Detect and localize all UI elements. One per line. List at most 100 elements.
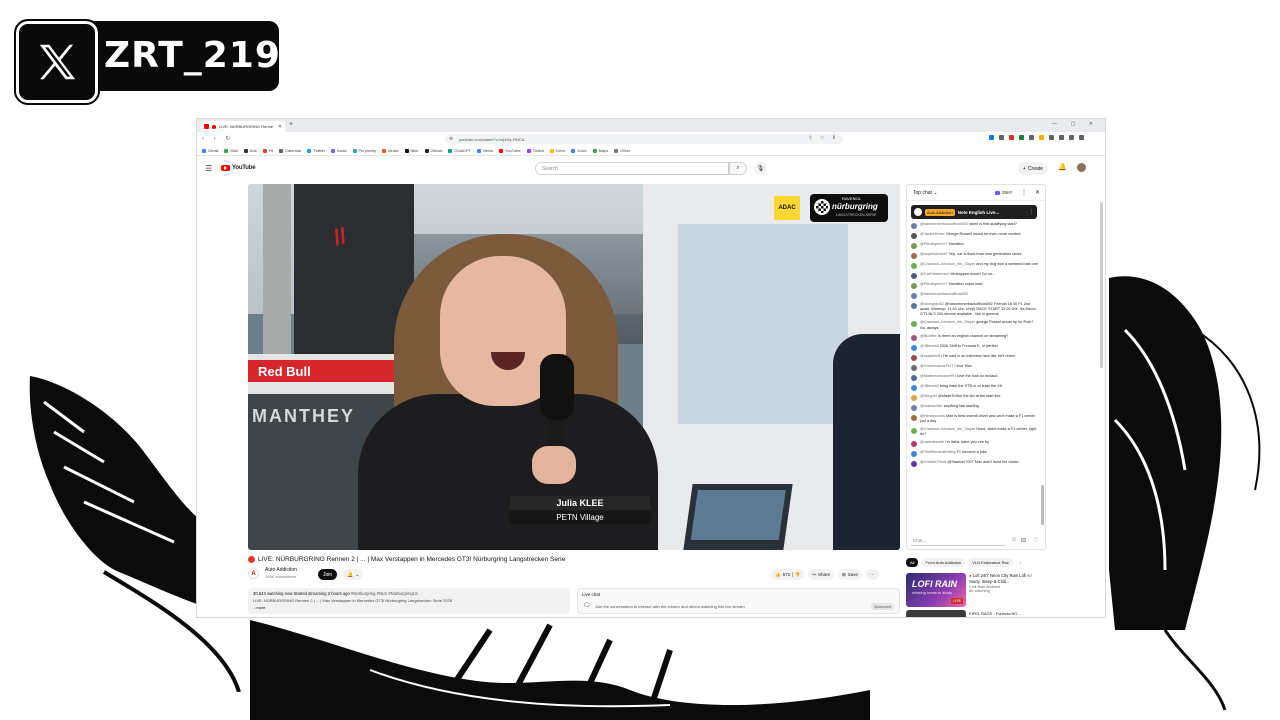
chat-author[interactable]: @Wegner: [920, 394, 937, 398]
chat-author[interactable]: @Greenmama7917: [920, 364, 953, 368]
share-button[interactable]: ↪ Share: [808, 569, 834, 580]
chip-vln[interactable]: VLN Endurance Rac: [968, 557, 1013, 567]
bookmark-item[interactable]: Other: [614, 148, 630, 153]
browser-tab-active[interactable]: LIVE: NÜRBURGRING Renne ✕: [201, 121, 285, 132]
pinned-message[interactable]: Auto Addiction Note English Live... ⋮: [911, 205, 1037, 219]
chat-message[interactable]: @Crashout-Johnson_the_Slayer and my dog …: [911, 262, 1039, 269]
close-tab-icon[interactable]: ✕: [278, 124, 282, 130]
extension-icon[interactable]: [1039, 135, 1044, 140]
chat-author[interactable]: @mansonfan: [920, 404, 943, 408]
related-video[interactable]: LOFI RAIN relaxing beats to study LIVE ●…: [906, 572, 1046, 612]
navigation-buttons[interactable]: ‹ › ↻: [202, 135, 234, 142]
bookmark-item[interactable]: Ads: [243, 148, 257, 153]
heart-icon[interactable]: ♡: [1033, 537, 1038, 544]
chat-input[interactable]: Chat...: [911, 535, 1005, 546]
join-button[interactable]: Join: [318, 569, 338, 580]
extension-icon[interactable]: [1019, 135, 1024, 140]
chat-message[interactable]: @Pitfullspeed77 Hamilton super lead: [911, 282, 1039, 289]
chat-message[interactable]: @Greenmama7917 I love Max: [911, 364, 1039, 371]
extension-icon[interactable]: [1079, 135, 1084, 140]
chat-author[interactable]: @vaichlesobb: [920, 440, 944, 444]
chip-from-channel[interactable]: From Auto Addiction: [921, 557, 966, 567]
chat-author[interactable]: @JackieDriver: [920, 232, 945, 236]
chat-author[interactable]: @Mattbreamcase99: [920, 374, 954, 378]
chat-author[interactable]: @TheBernardKnifing: [920, 450, 956, 454]
omnibox[interactable]: ⊜ youtube.com/watch?v=mj4Hy-FiNCA ⇪ ☆ ⬇: [445, 134, 843, 144]
chat-author[interactable]: @Pitfullspeed77: [920, 242, 948, 246]
bookmark-item[interactable]: YouTube: [499, 148, 521, 153]
chat-author[interactable]: @JBenes6: [920, 344, 939, 348]
chat-message[interactable]: @mansonfan anything fast starting: [911, 404, 1039, 411]
bookmark-item[interactable]: Fit: [262, 148, 273, 153]
extension-icon[interactable]: [1049, 135, 1054, 140]
chat-message[interactable]: @Crashout-Johnson_the_Slayer george Russ…: [911, 320, 1039, 330]
chat-message[interactable]: @hansrennerbackofficial392 when is first…: [911, 222, 1039, 229]
chat-message[interactable]: @JBenes6 bring back the STB or at least …: [911, 384, 1039, 391]
extension-icon[interactable]: [989, 135, 994, 140]
bookmark-item[interactable]: Mail: [224, 148, 238, 153]
bookmark-item[interactable]: Nike: [404, 148, 419, 153]
channel-name[interactable]: Auto Addiction: [265, 567, 297, 573]
chevron-right-icon[interactable]: ›: [1016, 558, 1025, 567]
chat-message[interactable]: @Pitfullspeed77 Hamilton: [911, 242, 1039, 249]
chat-author[interactable]: @CarHuntermon: [920, 272, 949, 276]
chat-message[interactable]: @Bluefire Is there an english channel on…: [911, 334, 1039, 341]
window-controls[interactable]: — ▢ ✕: [1052, 121, 1099, 127]
chat-author[interactable]: @hansrennerbackofficial392: [920, 292, 968, 296]
search-input[interactable]: Search: [535, 162, 729, 175]
video-player[interactable]: // Red Bull MANTHEY ADAC RAVENOL nürburg…: [248, 184, 900, 550]
chat-author[interactable]: @sopersdrive87: [920, 252, 948, 256]
chat-message[interactable]: @vaichlesobb I'm Italia, babe you vee tr…: [911, 440, 1039, 448]
youtube-logo[interactable]: YouTube: [221, 165, 256, 171]
more-actions-button[interactable]: ⋯: [866, 569, 879, 580]
search-button[interactable]: ⌕: [729, 162, 747, 175]
notifications-icon[interactable]: 🔔: [1058, 163, 1067, 171]
chat-author[interactable]: @JBenes6: [920, 384, 939, 388]
chat-message[interactable]: @Wegner @MadeToSee the kid at the start …: [911, 394, 1039, 401]
chat-author[interactable]: @Crashout-Johnson_the_Slayer: [920, 427, 975, 431]
bookmark-item[interactable]: Gmail: [202, 148, 218, 153]
bookmark-item[interactable]: Drive: [550, 148, 565, 153]
chat-message[interactable]: @Mattbreamcase99 I love the look on mcla…: [911, 374, 1039, 381]
bookmark-item[interactable]: Twitter: [307, 148, 325, 153]
description-tags[interactable]: #Nürburgring #NLS #NurburgringLS: [351, 591, 418, 596]
extension-icon[interactable]: [1059, 135, 1064, 140]
chat-message[interactable]: @CarHuntermon Verstappen mode! Go on...: [911, 272, 1039, 279]
save-button[interactable]: ⊞ Save: [837, 569, 862, 580]
chat-message[interactable]: @JBenes6 2026 Shift to Formula E, or per…: [911, 344, 1039, 351]
chat-message[interactable]: @TheBernardKnifing F1 become a joke: [911, 450, 1039, 458]
account-avatar[interactable]: [1077, 163, 1086, 172]
chat-message[interactable]: @sopersdrive87 Yep, car is fixed from ne…: [911, 252, 1039, 259]
thumbs-down-icon[interactable]: | 👎: [792, 572, 800, 578]
bookmark-item[interactable]: Anda: [331, 148, 347, 153]
chat-message[interactable]: @racingfan82 @hansrennerbackofficial392 …: [911, 302, 1039, 317]
chat-message[interactable]: @sparklez91 He said in an interview race…: [911, 354, 1039, 361]
bookmark-item[interactable]: Github: [424, 148, 442, 153]
chat-author[interactable]: @Christo-Finds: [920, 460, 946, 464]
chat-message[interactable]: @Christo-Finds @Stashon7007 Max didn't b…: [911, 460, 1039, 468]
bookmark-item[interactable]: Calendar: [279, 148, 301, 153]
new-tab-icon[interactable]: +: [289, 121, 293, 128]
chat-author[interactable]: @Crashout-Johnson_the_Slayer: [920, 320, 975, 324]
extension-icon[interactable]: [1009, 135, 1014, 140]
bookmark-item[interactable]: Maps: [592, 148, 608, 153]
chat-author[interactable]: @Hesbeconds: [920, 414, 945, 418]
page-scrollbar[interactable]: [1100, 202, 1103, 368]
chat-message[interactable]: @Hesbeconds Max is best overall driver a…: [911, 414, 1039, 424]
bookmark-item[interactable]: Music: [382, 148, 399, 153]
chat-author[interactable]: @hansrennerbackofficial392: [920, 222, 968, 226]
super-chat-icon[interactable]: ⊟: [1021, 537, 1026, 544]
chat-author[interactable]: @Crashout-Johnson_the_Slayer: [920, 262, 975, 266]
channel-avatar[interactable]: A: [248, 568, 259, 579]
chat-close-icon[interactable]: ✕: [1035, 189, 1040, 196]
omnibox-tools[interactable]: ⇪ ☆ ⬇: [808, 135, 839, 141]
description-box[interactable]: 30,543 watching now Started streaming 2 …: [248, 588, 570, 614]
extension-icon[interactable]: [1069, 135, 1074, 140]
voice-search-button[interactable]: 🎙: [754, 162, 767, 175]
chat-message[interactable]: @hansrennerbackofficial392: [911, 292, 1039, 299]
like-button[interactable]: 👍 572 | 👎: [771, 569, 805, 580]
bookmark-item[interactable]: News: [477, 148, 493, 153]
related-video[interactable]: EIFEL RACE - Formula NO...: [906, 610, 1046, 617]
bookmark-item[interactable]: ChatGPT: [448, 148, 471, 153]
menu-icon[interactable]: ☰: [205, 164, 212, 173]
